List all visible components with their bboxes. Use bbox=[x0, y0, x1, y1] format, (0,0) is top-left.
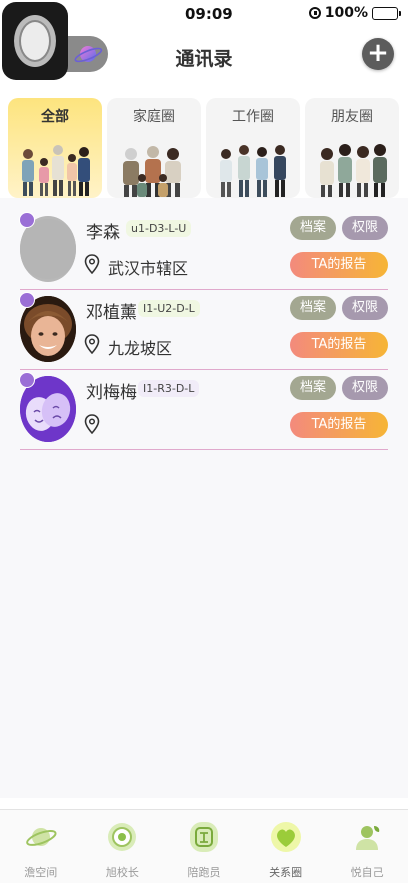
rotation-lock-icon bbox=[308, 7, 321, 19]
contact-card[interactable]: 刘梅梅 I1-R3-D-L 档案 权限 TA的报告 bbox=[19, 370, 388, 450]
permission-button[interactable]: 权限 bbox=[342, 376, 388, 400]
grape-badge-icon bbox=[19, 292, 35, 308]
planet-icon bbox=[25, 828, 57, 846]
status-right: 100% bbox=[308, 5, 401, 21]
assistive-touch-button[interactable] bbox=[2, 2, 68, 80]
group-people-illustration bbox=[22, 145, 90, 196]
report-button[interactable]: TA的报告 bbox=[290, 332, 388, 358]
category-tabs: 全部 家庭圈 工作圈 朋友圈 bbox=[8, 98, 404, 198]
tab-label: 家庭圈 bbox=[133, 109, 175, 125]
contact-code-badge: I1-U2-D-L bbox=[138, 300, 200, 317]
planet-icon bbox=[74, 46, 103, 63]
contact-card[interactable]: 邓植薰 I1-U2-D-L 九龙坡区 档案 权限 TA的报告 bbox=[19, 290, 388, 370]
battery-icon bbox=[372, 6, 401, 20]
report-button[interactable]: TA的报告 bbox=[290, 252, 388, 278]
contact-location: 九龙坡区 bbox=[108, 339, 173, 358]
tab-label: 工作圈 bbox=[232, 109, 274, 125]
battery-percent: 100% bbox=[324, 5, 368, 21]
contact-name: 邓植薰 bbox=[86, 303, 137, 323]
grape-badge-icon bbox=[19, 372, 35, 388]
tab-friends[interactable]: 朋友圈 bbox=[305, 98, 399, 198]
archive-button[interactable]: 档案 bbox=[290, 296, 336, 320]
nav-item-relations[interactable]: 关系圈 bbox=[245, 810, 327, 883]
status-time: 09:09 bbox=[185, 5, 233, 23]
tab-label: 朋友圈 bbox=[331, 109, 373, 125]
bottom-nav: 澹空间 旭校长 陪跑员 关系圈 悦自己 bbox=[0, 809, 408, 883]
grape-badge-icon bbox=[19, 212, 35, 228]
location-pin-icon bbox=[84, 334, 100, 354]
contact-list: 李森 u1-D3-L-U 武汉市辖区 档案 权限 TA的报告 邓植薰 I1-U2… bbox=[0, 198, 408, 798]
nav-label: 陪跑员 bbox=[187, 866, 221, 879]
contact-code-badge: u1-D3-L-U bbox=[126, 220, 192, 237]
seal-icon bbox=[189, 822, 218, 852]
person-leaf-icon bbox=[356, 826, 380, 850]
heart-leaf-icon bbox=[270, 822, 301, 852]
eye-circle-icon bbox=[108, 823, 137, 851]
contact-code-badge: I1-R3-D-L bbox=[138, 380, 200, 397]
tab-family[interactable]: 家庭圈 bbox=[107, 98, 201, 198]
coworkers-illustration bbox=[220, 145, 286, 197]
assistive-ring-icon bbox=[14, 15, 56, 67]
tab-label: 全部 bbox=[41, 109, 69, 125]
friends-illustration bbox=[320, 144, 387, 197]
tab-all[interactable]: 全部 bbox=[8, 98, 102, 198]
nav-label: 旭校长 bbox=[105, 866, 139, 879]
contact-location: 武汉市辖区 bbox=[108, 259, 189, 278]
nav-label: 关系圈 bbox=[269, 866, 303, 879]
contact-name: 李森 bbox=[86, 223, 120, 243]
nav-item-space[interactable]: 澹空间 bbox=[0, 810, 82, 883]
family-illustration bbox=[123, 146, 181, 197]
nav-label: 澹空间 bbox=[24, 866, 58, 879]
add-contact-button[interactable]: + bbox=[362, 38, 394, 70]
location-pin-icon bbox=[84, 414, 100, 434]
permission-button[interactable]: 权限 bbox=[342, 216, 388, 240]
nav-item-principal[interactable]: 旭校长 bbox=[82, 810, 164, 883]
location-pin-icon bbox=[84, 254, 100, 274]
contact-name: 刘梅梅 bbox=[86, 383, 137, 403]
archive-button[interactable]: 档案 bbox=[290, 376, 336, 400]
contact-card[interactable]: 李森 u1-D3-L-U 武汉市辖区 档案 权限 TA的报告 bbox=[19, 210, 388, 290]
report-button[interactable]: TA的报告 bbox=[290, 412, 388, 438]
permission-button[interactable]: 权限 bbox=[342, 296, 388, 320]
tab-work[interactable]: 工作圈 bbox=[206, 98, 300, 198]
nav-item-coach[interactable]: 陪跑员 bbox=[163, 810, 245, 883]
nav-label: 悦自己 bbox=[350, 866, 384, 879]
archive-button[interactable]: 档案 bbox=[290, 216, 336, 240]
nav-item-self[interactable]: 悦自己 bbox=[326, 810, 408, 883]
